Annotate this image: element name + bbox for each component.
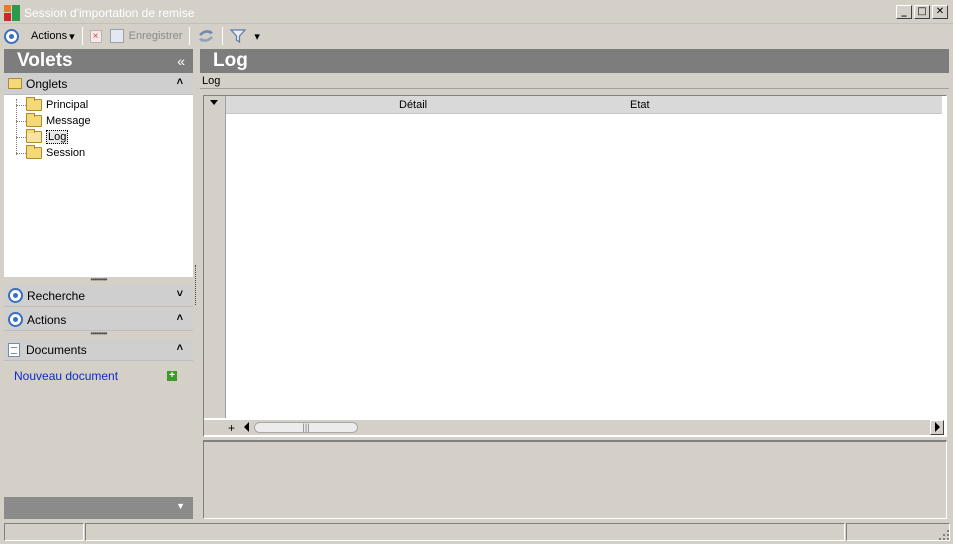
volets-header: Volets « (4, 49, 193, 73)
minimize-button[interactable]: _ (896, 5, 912, 19)
page-title: Log (200, 49, 949, 73)
delete-icon: × (89, 29, 102, 43)
vertical-splitter[interactable] (195, 265, 198, 305)
breadcrumb: Log (200, 73, 949, 89)
documents-body: Nouveau document + (4, 361, 193, 493)
chevron-down-icon[interactable]: ▾ (254, 30, 260, 43)
close-button[interactable]: ✕ (932, 5, 948, 19)
toolbar-separator (222, 27, 224, 45)
left-pane-footer: ▼ (4, 497, 193, 519)
scroll-right-icon[interactable] (935, 422, 940, 432)
onglets-tree: Principal Message Log Session (4, 95, 193, 277)
tree-item-label: Log (46, 130, 69, 144)
resize-grip-icon[interactable] (938, 529, 950, 541)
collapse-pane-icon[interactable]: « (177, 49, 185, 73)
filter-button[interactable]: ▾ (226, 26, 264, 46)
column-chooser-icon[interactable] (210, 100, 218, 105)
onglets-header[interactable]: Onglets ˄ (4, 73, 193, 95)
tree-item-session[interactable]: Session (4, 145, 193, 161)
documents-header[interactable]: Documents ˄ (4, 339, 193, 361)
actions-menu-icon-item[interactable] (0, 26, 23, 46)
chevron-up-icon[interactable]: ˄ (177, 76, 183, 88)
toolbar-separator (189, 27, 191, 45)
save-button[interactable]: Enregistrer (106, 26, 187, 46)
log-grid[interactable]: Détail Etat + ||| (203, 95, 947, 437)
refresh-icon (199, 30, 214, 42)
tree-item-message[interactable]: Message (4, 113, 193, 129)
tree-item-label: Session (46, 147, 86, 159)
save-icon (109, 29, 124, 43)
recherche-label: Recherche (27, 288, 86, 303)
delete-button[interactable]: × (86, 26, 106, 46)
row-header-column (204, 96, 226, 418)
splitter-grip[interactable]: ••••••••• (4, 330, 193, 339)
document-icon (8, 342, 20, 357)
chevron-down-icon: ▾ (69, 30, 75, 43)
tree-item-label: Principal (46, 99, 89, 111)
actions-menu-button[interactable]: Actions ▾ (23, 26, 79, 46)
actions-header[interactable]: Actions ˄ (4, 309, 193, 331)
new-document-link[interactable]: Nouveau document (14, 369, 118, 383)
add-icon[interactable]: + (167, 371, 177, 381)
folder-icon (26, 113, 42, 127)
chevron-down-icon[interactable]: ▼ (176, 501, 185, 511)
toolbar: Actions ▾ × Enregistrer ▾ (0, 24, 953, 48)
actions-label: Actions (27, 312, 67, 327)
folder-icon (26, 97, 42, 111)
refresh-button[interactable] (193, 26, 219, 46)
status-bar (0, 521, 953, 544)
actions-menu-label: Actions (31, 30, 68, 42)
toolbar-separator (81, 27, 83, 45)
recherche-header[interactable]: Recherche ˅ (4, 285, 193, 307)
status-cell (846, 523, 950, 541)
volets-title: Volets (17, 50, 73, 71)
column-header-etat[interactable]: Etat (630, 99, 650, 111)
documents-label: Documents (26, 342, 87, 357)
title-bar: Session d'importation de remise _ □ ✕ (0, 0, 953, 24)
chevron-up-icon[interactable]: ˄ (177, 342, 183, 354)
column-header-detail[interactable]: Détail (399, 99, 427, 111)
filter-icon (230, 29, 247, 44)
chevron-down-icon[interactable]: ˅ (177, 288, 183, 300)
left-pane: Volets « Onglets ˄ Principal Message Log… (4, 49, 193, 519)
actions-circle-icon (4, 28, 19, 44)
maximize-button[interactable]: □ (914, 5, 930, 19)
app-icon (4, 5, 20, 21)
status-cell (85, 523, 845, 541)
recherche-circle-icon (8, 288, 23, 303)
detail-panel (203, 440, 947, 519)
main-pane: Log Log Détail Etat + ||| (200, 49, 949, 519)
tree-item-principal[interactable]: Principal (4, 97, 193, 113)
actions-circle-icon (8, 312, 23, 327)
expand-icon[interactable]: + (228, 421, 235, 435)
open-folder-icon (26, 129, 42, 143)
window-title: Session d'importation de remise (24, 6, 195, 20)
folder-icon (8, 78, 22, 89)
scrollbar-thumb[interactable]: ||| (254, 422, 358, 433)
save-label: Enregistrer (128, 30, 183, 42)
scroll-left-icon[interactable] (244, 422, 249, 432)
chevron-up-icon[interactable]: ˄ (177, 312, 183, 324)
grid-header: Détail Etat (226, 96, 942, 114)
status-cell (4, 523, 84, 541)
splitter-grip[interactable]: ••••••••• (4, 276, 193, 285)
folder-icon (26, 145, 42, 159)
horizontal-scrollbar[interactable]: + ||| (204, 420, 944, 435)
onglets-label: Onglets (26, 76, 68, 91)
tree-item-log[interactable]: Log (4, 129, 193, 145)
tree-item-label: Message (46, 115, 91, 127)
